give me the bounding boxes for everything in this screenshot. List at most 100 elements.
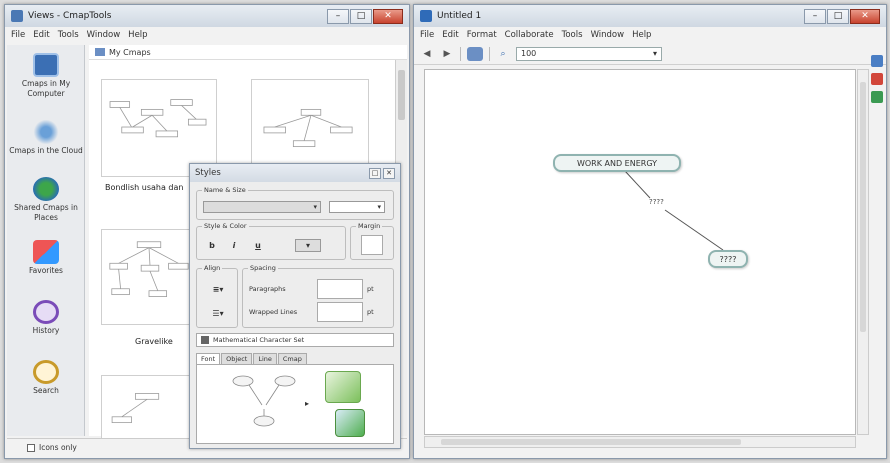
charset-icon	[201, 336, 209, 344]
cloud-icon	[33, 120, 59, 144]
rail-item-search[interactable]: Search	[7, 360, 85, 396]
font-name-select[interactable]: ▾	[203, 201, 321, 213]
menu-edit[interactable]: Edit	[442, 30, 458, 40]
horizontal-align-button[interactable]: ≡▾	[207, 283, 229, 296]
globe-icon	[33, 177, 59, 201]
close-button[interactable]: ✕	[850, 8, 880, 24]
tab-font[interactable]: Font	[196, 353, 221, 364]
canvas-horizontal-scrollbar[interactable]	[424, 436, 856, 448]
margin-field[interactable]	[361, 235, 383, 255]
font-color-button[interactable]: ▾	[295, 239, 321, 252]
editor-toolbar: ◀ ▶ ⌕ 100 ▾	[414, 43, 886, 65]
underline-button[interactable]: u	[251, 239, 265, 252]
menu-window[interactable]: Window	[591, 30, 625, 40]
rail-label: History	[32, 326, 60, 335]
fill-color-icon[interactable]	[325, 371, 361, 403]
shape-style-icon[interactable]	[335, 409, 365, 437]
paragraphs-spacing-field[interactable]	[317, 279, 363, 299]
forward-icon[interactable]: ▶	[440, 47, 454, 61]
menu-file[interactable]: File	[420, 30, 434, 40]
cmap-canvas[interactable]: WORK AND ENERGY ???? ????	[424, 69, 856, 435]
wrapped-lines-spacing-field[interactable]	[317, 302, 363, 322]
flag-tool-icon[interactable]	[871, 73, 883, 85]
editor-titlebar[interactable]: Untitled 1 – □ ✕	[414, 5, 886, 27]
zoom-value: 100	[521, 49, 537, 58]
rail-item-shared-places[interactable]: Shared Cmaps in Places	[7, 177, 85, 223]
views-left-rail: Cmaps in My Computer Cmaps in the Cloud …	[7, 45, 85, 436]
editor-window-title: Untitled 1	[437, 11, 482, 21]
menu-format[interactable]: Format	[467, 30, 497, 40]
minimize-button[interactable]: –	[327, 8, 349, 24]
rail-item-history[interactable]: History	[7, 300, 85, 336]
grid-tool-icon[interactable]	[871, 91, 883, 103]
icons-only-checkbox[interactable]	[27, 443, 35, 452]
menu-tools[interactable]: Tools	[562, 30, 583, 40]
rail-label: Cmaps in the Cloud	[9, 146, 83, 155]
zoom-icon[interactable]: ⌕	[496, 47, 510, 61]
concept-node[interactable]: WORK AND ENERGY	[553, 154, 681, 172]
menu-help[interactable]: Help	[128, 30, 147, 40]
charset-label: Mathematical Character Set	[213, 336, 305, 344]
rail-item-favorites[interactable]: Favorites	[7, 240, 85, 276]
cmap-thumbnail-preview	[263, 108, 353, 148]
cmap-thumbnail-preview	[109, 99, 207, 138]
scrollbar-thumb[interactable]	[860, 82, 866, 332]
thumbnail-label[interactable]: Bondlish usaha dan	[105, 183, 183, 192]
concept-link-lines	[624, 170, 724, 251]
icons-only-label: Icons only	[39, 443, 77, 452]
folder-icon	[95, 48, 105, 56]
charset-selector[interactable]: Mathematical Character Set	[196, 333, 394, 347]
wrapped-lines-label: Wrapped Lines	[249, 308, 298, 316]
concept-label: WORK AND ENERGY	[576, 158, 658, 168]
group-label: Align	[202, 264, 223, 272]
group-label: Spacing	[248, 264, 278, 272]
close-button[interactable]: ✕	[373, 8, 403, 24]
cmap-editor-window: Untitled 1 – □ ✕ File Edit Format Collab…	[413, 4, 887, 459]
rail-label: Shared Cmaps in Places	[14, 203, 78, 222]
maximize-button[interactable]: □	[369, 167, 381, 179]
paragraphs-label: Paragraphs	[249, 285, 286, 293]
menu-edit[interactable]: Edit	[33, 30, 49, 40]
zoom-select[interactable]: 100 ▾	[516, 46, 662, 61]
views-titlebar[interactable]: Views - CmapTools – □ ✕	[5, 5, 409, 27]
back-icon[interactable]: ◀	[420, 47, 434, 61]
maximize-button[interactable]: □	[827, 8, 849, 24]
rail-label: Search	[33, 386, 59, 395]
rail-item-cloud[interactable]: Cmaps in the Cloud	[7, 120, 85, 156]
italic-button[interactable]: i	[227, 239, 241, 252]
rail-label: Cmaps in My Computer	[21, 79, 71, 98]
concept-node[interactable]: ????	[708, 250, 748, 268]
cmap-thumbnail[interactable]	[101, 375, 197, 445]
maximize-button[interactable]: □	[350, 8, 372, 24]
menu-file[interactable]: File	[11, 30, 25, 40]
rail-item-my-computer[interactable]: Cmaps in My Computer	[7, 53, 85, 99]
views-window-title: Views - CmapTools	[28, 11, 112, 21]
cursor-tool-icon[interactable]	[871, 55, 883, 67]
tab-object[interactable]: Object	[221, 353, 253, 364]
font-name-size-group: Name & Size ▾ ▾	[196, 186, 394, 220]
margin-group: Margin	[350, 222, 394, 260]
scrollbar-thumb[interactable]	[441, 439, 741, 445]
close-button[interactable]: ✕	[383, 167, 395, 179]
font-size-select[interactable]: ▾	[329, 201, 385, 213]
scrollbar-thumb[interactable]	[398, 70, 405, 120]
bold-button[interactable]: b	[205, 239, 219, 252]
link-line	[624, 170, 651, 199]
link-phrase[interactable]: ????	[649, 198, 664, 206]
tab-line[interactable]: Line	[253, 353, 277, 364]
favorites-icon	[33, 240, 59, 264]
unit-label: pt	[367, 285, 374, 293]
menu-tools[interactable]: Tools	[58, 30, 79, 40]
menu-window[interactable]: Window	[87, 30, 121, 40]
thumbnail-label[interactable]: Gravelike	[135, 337, 173, 346]
concept-label: ????	[719, 254, 737, 264]
cmap-thumbnail[interactable]	[101, 229, 197, 325]
canvas-vertical-scrollbar[interactable]	[857, 69, 869, 435]
menu-collaborate[interactable]: Collaborate	[505, 30, 554, 40]
menu-help[interactable]: Help	[632, 30, 651, 40]
vertical-align-button[interactable]: ☰▾	[207, 307, 229, 320]
styles-titlebar[interactable]: Styles □ ✕	[190, 164, 400, 182]
view-menu-icon[interactable]	[467, 46, 483, 61]
minimize-button[interactable]: –	[804, 8, 826, 24]
tab-cmap[interactable]: Cmap	[277, 353, 307, 364]
